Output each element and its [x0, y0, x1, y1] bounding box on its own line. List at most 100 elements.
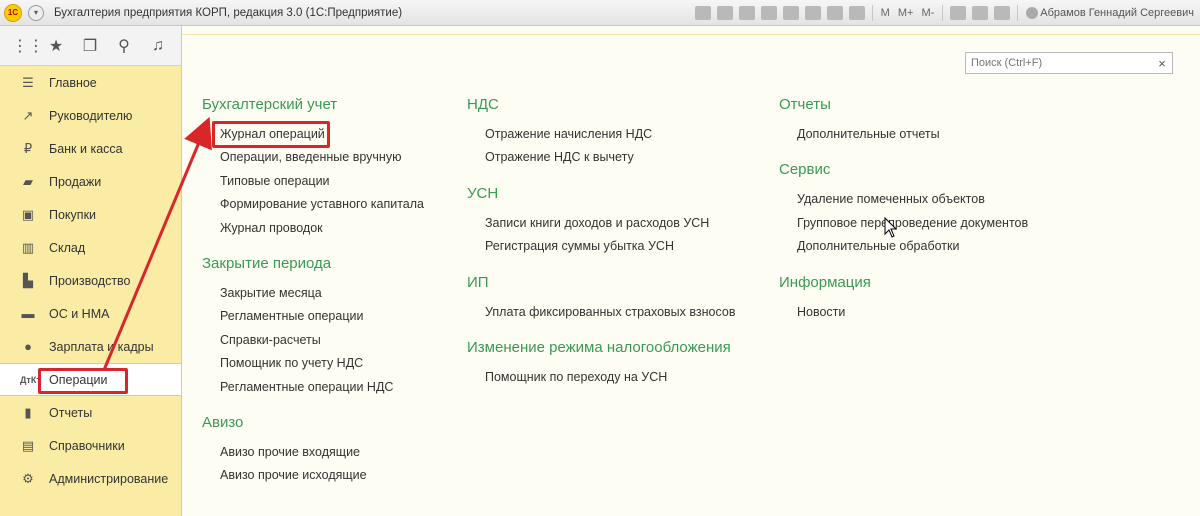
- square-icon[interactable]: [972, 6, 989, 20]
- menu-lines-icon: ☰: [22, 74, 34, 90]
- section-title: Изменение режима налогообложения: [467, 338, 731, 356]
- sidebar-item-main[interactable]: ☰ Главное: [0, 66, 181, 99]
- sidebar-item-bank[interactable]: ₽ Банк и касса: [0, 132, 181, 165]
- print-icon[interactable]: [716, 6, 733, 20]
- warehouse-icon: ▥: [21, 239, 35, 255]
- group-aviso: Авизо Авизо прочие входящие Авизо прочие…: [202, 414, 424, 488]
- sidebar-item-admin[interactable]: ⚙ Администрирование: [0, 462, 181, 495]
- link-capital-formation[interactable]: Формирование уставного капитала: [202, 193, 424, 216]
- main-menu-icon[interactable]: ▾: [28, 4, 44, 21]
- save-icon[interactable]: [694, 6, 711, 20]
- section-nav: ☰ Главное ↗ Руководителю ₽ Банк и касса …: [0, 66, 181, 495]
- sidebar-item-assets[interactable]: ▬ ОС и НМА: [0, 297, 181, 330]
- link-month-closing[interactable]: Закрытие месяца: [202, 282, 424, 305]
- sidebar-item-salary[interactable]: ● Зарплата и кадры: [0, 330, 181, 363]
- link-vat-assistant[interactable]: Помощник по учету НДС: [202, 352, 424, 375]
- link-regulated-operations[interactable]: Регламентные операции: [202, 305, 424, 328]
- sidebar-item-warehouse[interactable]: ▥ Склад: [0, 231, 181, 264]
- link-usn-transition[interactable]: Помощник по переходу на УСН: [467, 366, 735, 389]
- history-icon[interactable]: [804, 6, 821, 20]
- memory-m-button[interactable]: M: [881, 7, 890, 19]
- divider: [1017, 5, 1019, 21]
- sidebar-item-sales[interactable]: ▰ Продажи: [0, 165, 181, 198]
- link-vat-regulated[interactable]: Регламентные операции НДС: [202, 376, 424, 399]
- search-icon[interactable]: ⚲: [114, 36, 134, 56]
- copy-icon[interactable]: ❐: [80, 36, 100, 56]
- group-ip: ИП Уплата фиксированных страховых взносо…: [467, 274, 735, 324]
- search-box[interactable]: ×: [965, 52, 1173, 74]
- link-aviso-incoming[interactable]: Авизо прочие входящие: [202, 441, 424, 464]
- clear-icon[interactable]: ×: [1152, 56, 1172, 71]
- user-name[interactable]: Абрамов Геннадий Сергеевич: [1040, 7, 1194, 19]
- star-icon[interactable]: ★: [46, 36, 66, 56]
- link-calculations[interactable]: Справки-расчеты: [202, 329, 424, 352]
- link-icon[interactable]: [760, 6, 777, 20]
- link-additional-processing[interactable]: Дополнительные обработки: [779, 235, 1028, 258]
- sidebar-item-label: Склад: [49, 240, 86, 255]
- sidebar-item-manager[interactable]: ↗ Руководителю: [0, 99, 181, 132]
- bag-icon: ▰: [23, 173, 33, 189]
- link-manual-operations[interactable]: Операции, введенные вручную: [202, 146, 424, 169]
- divider: [182, 34, 1200, 35]
- column-3: Отчеты Дополнительные отчеты Сервис Удал…: [779, 96, 1028, 339]
- link-entries-journal[interactable]: Журнал проводок: [202, 217, 424, 240]
- sidebar-item-label: Отчеты: [49, 405, 93, 420]
- zoom-icon[interactable]: [950, 6, 967, 20]
- section-title: Сервис: [779, 161, 831, 179]
- bell-icon[interactable]: ♫: [148, 37, 168, 55]
- section-title: Авизо: [202, 413, 244, 431]
- sidebar-item-label: Администрирование: [49, 471, 169, 486]
- user-icon: [1026, 7, 1039, 19]
- calculator-icon[interactable]: [848, 6, 865, 20]
- link-news[interactable]: Новости: [779, 301, 1028, 324]
- factory-icon: ▙: [23, 272, 33, 288]
- highlight-journal-operations: [212, 121, 330, 148]
- group-accounting: Бухгалтерский учет Журнал операций Опера…: [202, 96, 424, 240]
- sidebar-item-label: Главное: [49, 75, 97, 90]
- people-icon: ●: [24, 339, 32, 354]
- sidebar-item-catalogs[interactable]: ▤ Справочники: [0, 429, 181, 462]
- quick-toolbar: ⋮⋮ ★ ❐ ⚲ ♫: [0, 26, 181, 66]
- upload-icon[interactable]: [782, 6, 799, 20]
- column-2: НДС Отражение начисления НДС Отражение Н…: [467, 96, 735, 404]
- link-usn-loss[interactable]: Регистрация суммы убытка УСН: [467, 235, 735, 258]
- link-usn-book[interactable]: Записи книги доходов и расходов УСН: [467, 212, 735, 235]
- info-icon[interactable]: [994, 6, 1011, 20]
- title-bar: 1C ▾ Бухгалтерия предприятия КОРП, редак…: [0, 0, 1200, 26]
- sidebar-item-purchases[interactable]: ▣ Покупки: [0, 198, 181, 231]
- trend-icon: ↗: [22, 107, 34, 123]
- calendar-icon[interactable]: [826, 6, 843, 20]
- sidebar-item-label: ОС и НМА: [49, 306, 110, 321]
- memory-plus-button[interactable]: M+: [898, 7, 914, 19]
- link-vat-deduction[interactable]: Отражение НДС к вычету: [467, 146, 735, 169]
- divider: [942, 5, 944, 21]
- sidebar-item-label: Производство: [49, 273, 131, 288]
- sections-panel: ⋮⋮ ★ ❐ ⚲ ♫ ☰ Главное ↗ Руководителю ₽ Ба…: [0, 26, 182, 516]
- group-information: Информация Новости: [779, 274, 1028, 324]
- section-title: Бухгалтерский учет: [202, 96, 338, 113]
- group-vat: НДС Отражение начисления НДС Отражение Н…: [467, 96, 735, 170]
- link-typical-operations[interactable]: Типовые операции: [202, 170, 424, 193]
- link-group-reposting[interactable]: Групповое перепроведение документов: [779, 212, 1028, 235]
- sidebar-item-label: Справочники: [49, 438, 125, 453]
- section-title: УСН: [467, 184, 499, 202]
- grid-icon[interactable]: ⋮⋮: [12, 36, 44, 56]
- link-insurance-fees[interactable]: Уплата фиксированных страховых взносов: [467, 301, 735, 324]
- sidebar-item-production[interactable]: ▙ Производство: [0, 264, 181, 297]
- divider: [871, 5, 873, 21]
- link-vat-accrual[interactable]: Отражение начисления НДС: [467, 123, 735, 146]
- link-delete-marked[interactable]: Удаление помеченных объектов: [779, 188, 1028, 211]
- sidebar-item-reports[interactable]: ▮ Отчеты: [0, 396, 181, 429]
- group-period-closing: Закрытие периода Закрытие месяца Регламе…: [202, 255, 424, 399]
- link-additional-reports[interactable]: Дополнительные отчеты: [779, 123, 1028, 146]
- link-aviso-outgoing[interactable]: Авизо прочие исходящие: [202, 464, 424, 487]
- app-logo-icon[interactable]: 1C: [4, 3, 22, 22]
- search-input[interactable]: [966, 53, 1152, 73]
- section-title: НДС: [467, 96, 499, 113]
- column-1: Бухгалтерский учет Журнал операций Опера…: [202, 96, 424, 503]
- preview-icon[interactable]: [738, 6, 755, 20]
- section-title: ИП: [467, 273, 489, 291]
- memory-minus-button[interactable]: M-: [921, 7, 934, 19]
- gear-icon: ⚙: [22, 470, 34, 486]
- sidebar-item-label: Руководителю: [49, 108, 133, 123]
